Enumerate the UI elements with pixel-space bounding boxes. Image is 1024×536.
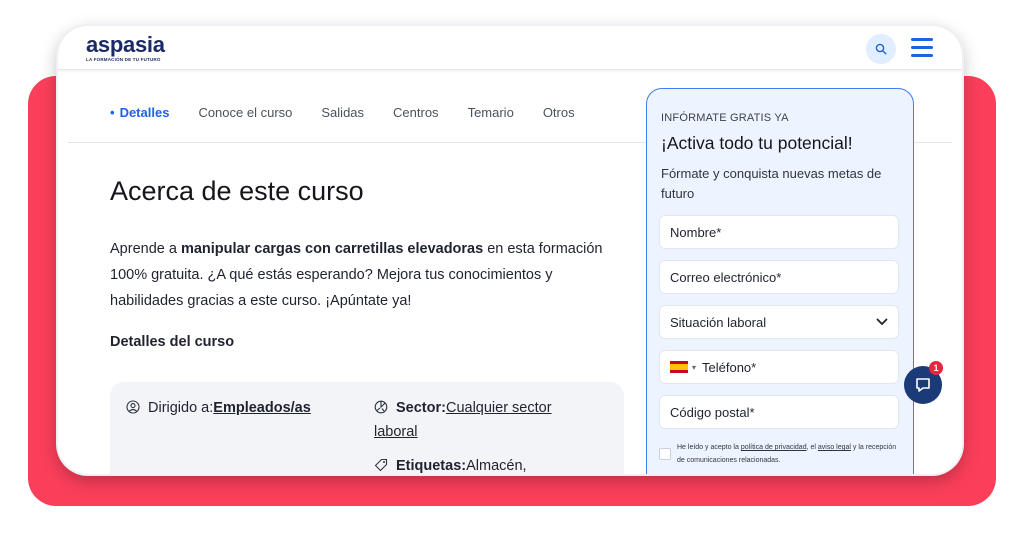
consent-checkbox[interactable] [659, 448, 671, 460]
postal-code-field[interactable]: Código postal* [659, 395, 899, 429]
consent-text: He leído y acepto la política de privaci… [677, 444, 897, 464]
chat-icon [916, 378, 930, 392]
detail-etiquetas: Etiquetas:Almacén, [374, 454, 527, 474]
tab-centros[interactable]: Centros [393, 105, 439, 120]
lead-form: INFÓRMATE GRATIS YA ¡Activa todo tu pote… [646, 88, 914, 474]
chevron-down-icon [876, 318, 888, 326]
spain-flag-icon[interactable] [670, 361, 688, 373]
details-heading: Detalles del curso [110, 334, 235, 350]
menu-icon[interactable] [911, 38, 933, 58]
tab-otros[interactable]: Otros [543, 105, 575, 120]
logo-wordmark: aspasia [86, 32, 165, 57]
browser-window: aspasia LA FORMACIÓN DE TU FUTURO Detall… [58, 26, 962, 474]
form-subtitle: Fórmate y conquista nuevas metas de futu… [661, 166, 882, 201]
course-details-card: Dirigido a:Empleados/as Sector:Cualquier… [110, 382, 624, 474]
chat-notification-badge: 1 [929, 361, 943, 375]
form-eyebrow: INFÓRMATE GRATIS YA [661, 112, 789, 124]
logo-tagline: LA FORMACIÓN DE TU FUTURO [86, 57, 161, 62]
search-button[interactable] [866, 34, 896, 64]
aspasia-logo[interactable]: aspasia LA FORMACIÓN DE TU FUTURO [86, 32, 165, 63]
dirigido-link[interactable]: Empleados/as [213, 400, 311, 416]
course-tabs: Detalles Conoce el curso Salidas Centros… [110, 105, 575, 120]
email-field[interactable]: Correo electrónico* [659, 260, 899, 294]
form-title: ¡Activa todo tu potencial! [661, 133, 853, 153]
tab-detalles[interactable]: Detalles [110, 105, 170, 120]
site-header: aspasia LA FORMACIÓN DE TU FUTURO [58, 26, 962, 70]
name-field[interactable]: Nombre* [659, 215, 899, 249]
intro-highlight: manipular cargas con carretillas elevado… [180, 241, 484, 257]
legal-notice-link[interactable]: aviso legal [818, 444, 851, 451]
course-intro: Aprende a manipular cargas con carretill… [110, 241, 603, 309]
page-title: Acerca de este curso [110, 176, 364, 206]
tab-salidas[interactable]: Salidas [321, 105, 364, 120]
country-chevron-icon[interactable]: ▾ [692, 363, 696, 372]
search-icon [875, 43, 887, 55]
detail-dirigido: Dirigido a:Empleados/as [126, 396, 311, 420]
user-circle-icon [126, 400, 140, 414]
phone-field[interactable]: ▾ Teléfono* [659, 350, 899, 384]
sector-icon [374, 400, 388, 414]
tag-icon [374, 458, 388, 472]
detail-sector: Sector:Cualquier sector laboral [374, 400, 552, 440]
situacion-laboral-select[interactable]: Situación laboral [659, 305, 899, 339]
tab-temario[interactable]: Temario [468, 105, 514, 120]
tab-conoce-el-curso[interactable]: Conoce el curso [198, 105, 292, 120]
privacy-policy-link[interactable]: política de privacidad [741, 444, 807, 451]
